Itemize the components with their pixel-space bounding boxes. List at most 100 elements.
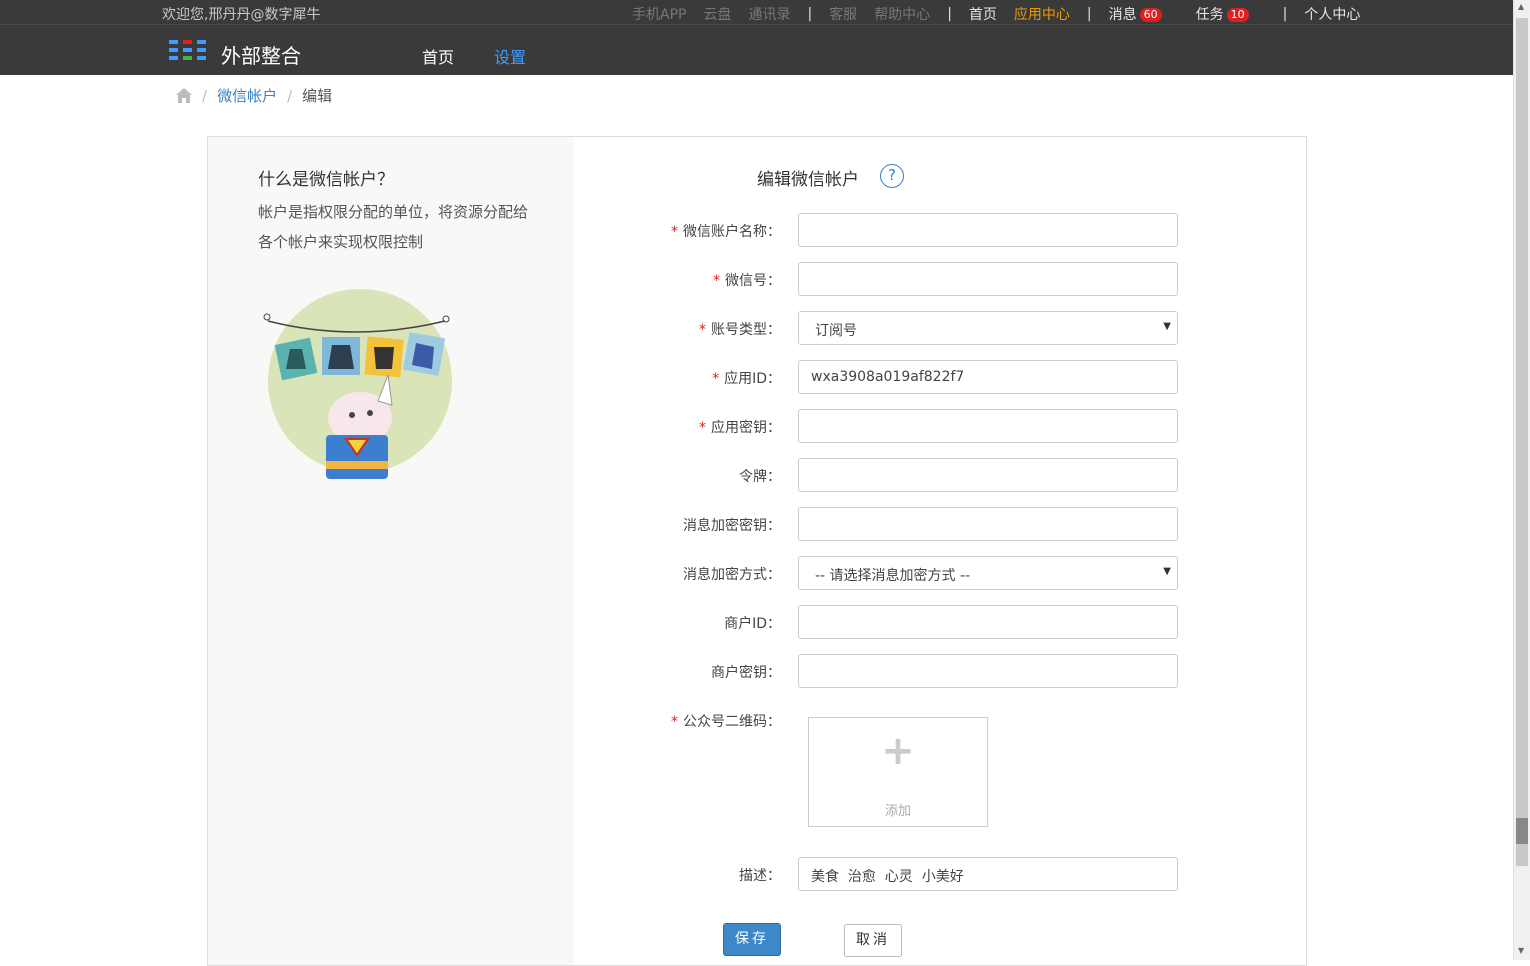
link-service[interactable]: 客服 [829,4,857,24]
required-mark: * [713,273,720,289]
field-row-token: 令牌： [588,458,1388,492]
top-bar: 欢迎您,邢丹丹@数字犀牛 手机APP 云盘 通讯录 | 客服 帮助中心 | 首页… [0,0,1513,75]
link-personal-center[interactable]: 个人中心 [1304,4,1360,24]
label-text: 商户ID： [724,616,781,632]
breadcrumb-separator: / [287,86,293,105]
field-label: 消息加密密钥： [683,515,781,535]
nav-home[interactable]: 首页 [422,44,454,68]
label-text: 应用密钥： [711,420,781,436]
merchant-secret-input[interactable] [798,654,1178,688]
encryption-mode-select[interactable]: -- 请选择消息加密方式 -- ▼ [798,556,1178,590]
required-mark: * [712,371,720,387]
edit-card: 什么是微信帐户？ 帐户是指权限分配的单位，将资源分配给各个帐户来实现权限控制 编… [207,136,1307,966]
label-text: 令牌： [739,469,781,485]
cancel-button[interactable]: 取消 [844,924,902,957]
field-row-description: 描述： 美食 治愈 心灵 小美好 [588,857,1388,891]
encoding-key-input[interactable] [798,507,1178,541]
label-text: 微信号： [725,273,781,289]
required-mark: * [671,714,678,730]
tasks-badge: 10 [1226,8,1249,22]
field-row-app-id: * 应用ID： wxa3908a019af822f7 [588,360,1388,394]
field-label: * 应用密钥： [699,417,781,437]
app-secret-input[interactable] [798,409,1178,443]
breadcrumb-wechat-accounts[interactable]: 微信帐户 [217,85,277,106]
link-app-center[interactable]: 应用中心 [1014,4,1070,24]
upload-add-label: 添加 [884,804,911,819]
merchant-id-input[interactable] [798,605,1178,639]
required-mark: * [699,420,706,436]
scrollbar-thumb[interactable] [1516,18,1528,866]
top-links: 手机APP 云盘 通讯录 | 客服 帮助中心 | 首页 应用中心 | 消息 60 … [632,4,1377,24]
selected-value: 订阅号 [815,323,857,339]
link-cloud-disk[interactable]: 云盘 [703,4,731,24]
breadcrumb-separator: / [202,86,208,105]
home-icon[interactable] [176,88,192,103]
link-contacts[interactable]: 通讯录 [748,4,790,24]
field-row-encryption-mode: 消息加密方式： -- 请选择消息加密方式 -- ▼ [588,556,1388,590]
field-row-merchant-secret: 商户密钥： [588,654,1388,688]
info-title: 什么是微信帐户？ [258,170,394,190]
link-mobile-app[interactable]: 手机APP [632,4,686,24]
info-description: 帐户是指权限分配的单位，将资源分配给各个帐户来实现权限控制 [258,203,529,251]
field-row-wechat-id: * 微信号： [588,262,1388,296]
account-type-select[interactable]: 订阅号 ▼ [798,311,1178,345]
field-row-app-secret: * 应用密钥： [588,409,1388,443]
field-label: * 微信号： [713,270,781,290]
vertical-scrollbar[interactable]: ▲ ▼ [1513,0,1530,960]
header-divider [0,24,1513,25]
required-mark: * [671,224,678,240]
field-label: * 应用ID： [712,368,781,388]
field-row-qrcode: * 公众号二维码： [588,703,1388,737]
plus-icon: + [881,728,915,774]
field-label: * 公众号二维码： [671,711,781,731]
separator: | [947,6,952,22]
link-messages[interactable]: 消息 60 [1109,4,1179,24]
scroll-up-icon[interactable]: ▲ [1518,2,1524,11]
field-label: 描述： [739,865,781,885]
token-input[interactable] [798,458,1178,492]
label-text: 公众号二维码： [683,714,781,730]
save-button[interactable]: 保存 [723,923,781,956]
field-label: * 微信账户名称： [671,221,781,241]
field-label: * 账号类型： [699,319,781,339]
link-home[interactable]: 首页 [969,4,997,24]
description-input[interactable]: 美食 治愈 心灵 小美好 [798,857,1178,891]
app-id-input[interactable]: wxa3908a019af822f7 [798,360,1178,394]
tasks-label: 任务 [1195,7,1224,23]
rhino-illustration [263,289,452,479]
field-row-account-name: * 微信账户名称： [588,213,1388,247]
account-name-input[interactable] [798,213,1178,247]
link-tasks[interactable]: 任务 10 [1196,4,1266,24]
caret-down-icon: ▼ [1163,321,1171,332]
label-text: 账号类型： [711,322,781,338]
field-label: 令牌： [739,466,781,486]
label-text: 应用ID： [724,371,781,387]
required-mark: * [699,322,706,338]
scrollbar-grip[interactable] [1516,818,1528,844]
welcome-text: 欢迎您,邢丹丹@数字犀牛 [162,7,321,23]
separator: | [1282,6,1288,22]
caret-down-icon: ▼ [1163,566,1171,577]
field-label: 商户密钥： [711,662,781,682]
breadcrumb: / 微信帐户 / 编辑 [176,85,332,106]
label-text: 描述： [739,868,781,884]
selected-value: -- 请选择消息加密方式 -- [815,568,971,584]
field-row-account-type: * 账号类型： 订阅号 ▼ [588,311,1388,345]
wechat-id-input[interactable] [798,262,1178,296]
separator: | [807,6,813,22]
qrcode-upload[interactable]: + 添加 [808,717,988,827]
messages-label: 消息 [1108,7,1137,23]
label-text: 商户密钥： [711,665,781,681]
help-icon[interactable]: ? [880,164,904,188]
field-row-merchant-id: 商户ID： [588,605,1388,639]
info-panel: 什么是微信帐户？ 帐户是指权限分配的单位，将资源分配给各个帐户来实现权限控制 [208,137,574,965]
apps-grid-icon [169,40,206,60]
field-label: 商户ID： [724,613,781,633]
form-title: 编辑微信帐户 [757,170,859,190]
field-label: 消息加密方式： [683,564,781,584]
label-text: 消息加密方式： [683,567,781,583]
app-title: 外部整合 [221,44,301,68]
scroll-down-icon[interactable]: ▼ [1518,946,1524,955]
nav-settings[interactable]: 设置 [494,44,526,68]
link-help-center[interactable]: 帮助中心 [874,4,930,24]
